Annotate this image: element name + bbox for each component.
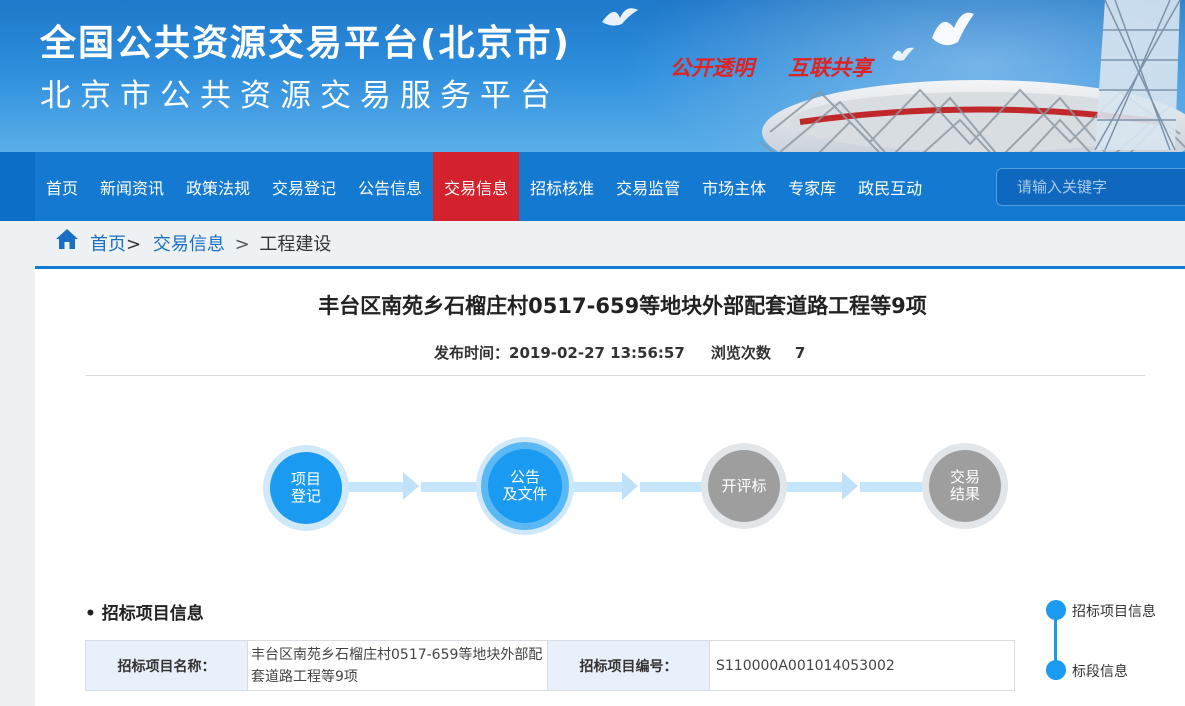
step-label: 及文件 [502, 485, 548, 503]
label-project-code: 招标项目编号： [547, 640, 710, 691]
tower-illustration [1094, 0, 1181, 150]
nav-item-experts[interactable]: 专家库 [777, 152, 847, 221]
breadcrumb-separator: > [126, 234, 142, 255]
project-info-table: 招标项目名称： 丰台区南苑乡石榴庄村0517-659等地块外部配套道路工程等9项… [85, 640, 1015, 691]
main-nav: 首页 新闻资讯 政策法规 交易登记 公告信息 交易信息 招标核准 交易监管 市场… [0, 152, 1185, 221]
site-subtitle: 北京市公共资源交易服务平台 [40, 78, 560, 114]
page-title: 丰台区南苑乡石榴庄村0517-659等地块外部配套道路工程等9项 [318, 294, 927, 318]
chevron-right-icon [842, 472, 858, 500]
step-label: 开评标 [721, 476, 767, 495]
nav-item-trade-info[interactable]: 交易信息 [433, 152, 520, 221]
step-label: 项目 [290, 470, 321, 488]
step-label: 公告 [509, 468, 540, 486]
step-label: 登记 [290, 487, 321, 505]
side-nav-dot [1046, 660, 1066, 680]
side-nav-dot [1046, 600, 1066, 620]
side-nav-project-info[interactable]: 招标项目信息 [1072, 601, 1156, 621]
step-label: 交易 [949, 468, 980, 486]
breadcrumb-separator: > [234, 234, 250, 255]
chevron-right-icon [403, 472, 419, 500]
nav-item-announcements[interactable]: 公告信息 [347, 152, 433, 221]
section-title: • 招标项目信息 [85, 604, 204, 624]
nav-item-supervision[interactable]: 交易监管 [605, 152, 691, 221]
nav-item-registration[interactable]: 交易登记 [261, 152, 347, 221]
nav-item-interaction[interactable]: 政民互动 [847, 152, 933, 221]
step-connector [640, 482, 705, 492]
publish-time: 2019-02-27 13:56:57 [509, 344, 685, 362]
divider [85, 375, 1145, 376]
site-title: 全国公共资源交易平台(北京市) [40, 23, 571, 64]
progress-steps: 项目 登记 公告 及文件 开评标 交易 结果 [0, 430, 1185, 540]
article-meta: 发布时间：2019-02-27 13:56:57 浏览次数 7 [434, 342, 805, 363]
publish-label: 发布时间： [434, 344, 510, 362]
label-project-name: 招标项目名称： [85, 640, 248, 691]
nav-item-policy[interactable]: 政策法规 [175, 152, 261, 221]
step-connector [570, 482, 625, 492]
nav-item-market-entities[interactable]: 市场主体 [691, 152, 777, 221]
table-row: 招标项目名称： 丰台区南苑乡石榴庄村0517-659等地块外部配套道路工程等9项… [85, 640, 1015, 691]
step-connector [860, 482, 925, 492]
dove-icon [932, 12, 974, 46]
chevron-right-icon [622, 472, 638, 500]
step-trade-result[interactable]: 交易 结果 [929, 450, 1001, 522]
step-project-registration[interactable]: 项目 登记 [270, 452, 342, 524]
nav-item-news[interactable]: 新闻资讯 [89, 152, 175, 221]
breadcrumb-home[interactable]: 首页 [90, 234, 126, 255]
side-nav-section-info[interactable]: 标段信息 [1072, 661, 1128, 681]
value-project-code: S110000A001014053002 [709, 640, 1015, 691]
breadcrumb-current: 工程建设 [259, 234, 332, 255]
header-banner: 全国公共资源交易平台(北京市) 北京市公共资源交易服务平台 公开透明 互联共享 [0, 0, 1185, 152]
step-connector [345, 482, 405, 492]
home-icon[interactable] [55, 228, 79, 250]
step-connector [421, 482, 481, 492]
views-count: 7 [794, 344, 806, 362]
breadcrumb: 首页> 交易信息 > 工程建设 [90, 230, 331, 256]
step-announcement-docs[interactable]: 公告 及文件 [488, 449, 562, 523]
slogan-transparent: 公开透明 [670, 55, 754, 80]
dove-icon [892, 47, 914, 61]
step-label: 结果 [949, 485, 980, 503]
views-label: 浏览次数 [710, 344, 771, 362]
step-connector [783, 482, 843, 492]
dove-icon [602, 8, 638, 26]
step-bid-opening[interactable]: 开评标 [708, 450, 780, 522]
value-project-name: 丰台区南苑乡石榴庄村0517-659等地块外部配套道路工程等9项 [247, 640, 548, 691]
nav-item-home[interactable]: 首页 [35, 152, 89, 221]
breadcrumb-trade-info[interactable]: 交易信息 [153, 234, 225, 255]
search-input[interactable]: 请输入关键字 [996, 168, 1185, 206]
nav-item-bid-approval[interactable]: 招标核准 [519, 152, 605, 221]
